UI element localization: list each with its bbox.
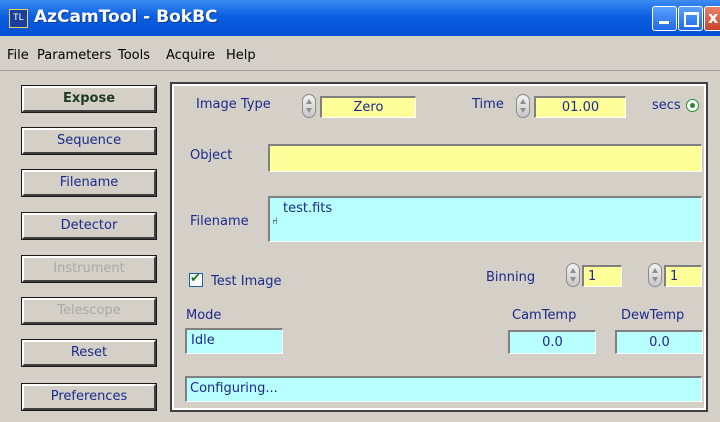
maximize-button[interactable]	[678, 6, 703, 31]
spin-up-icon	[570, 268, 576, 273]
sequence-button[interactable]: Sequence	[22, 128, 156, 154]
minimize-icon	[659, 21, 669, 24]
instrument-button: Instrument	[22, 256, 156, 282]
menu-tools[interactable]: Tools	[118, 48, 150, 63]
dewtemp-label: DewTemp	[621, 308, 685, 323]
camtemp-label: CamTemp	[512, 308, 577, 323]
spin-down-icon	[306, 108, 312, 113]
detector-button[interactable]: Detector	[22, 213, 156, 239]
binning-x-field[interactable]: 1	[582, 265, 622, 287]
camtemp-field: 0.0	[508, 330, 596, 354]
binning-y-spinner[interactable]	[648, 263, 662, 287]
time-label: Time	[472, 97, 504, 112]
app-window: TL AzCamTool - BokBC x File Parameters T…	[0, 0, 720, 422]
expose-button[interactable]: Expose	[22, 86, 156, 112]
close-button[interactable]: x	[704, 6, 720, 31]
maximize-icon	[684, 12, 699, 27]
test-image-checkbox[interactable]: ✔	[189, 271, 203, 287]
image-type-field[interactable]: Zero	[320, 96, 416, 118]
mode-field: Idle	[185, 328, 283, 354]
reset-button[interactable]: Reset	[22, 340, 156, 366]
filename-button[interactable]: Filename	[22, 170, 156, 196]
spin-up-icon	[652, 268, 658, 273]
filename-marker-icon: ⑁	[272, 216, 278, 227]
image-type-spinner[interactable]	[302, 94, 316, 118]
spin-up-icon	[520, 99, 526, 104]
menu-acquire[interactable]: Acquire	[166, 48, 215, 63]
spin-down-icon	[652, 277, 658, 282]
telescope-button: Telescope	[22, 298, 156, 324]
object-field[interactable]	[268, 144, 702, 172]
menu-separator	[0, 70, 720, 71]
filename-label: Filename	[190, 214, 249, 229]
secs-radio[interactable]	[686, 99, 699, 112]
test-image-label: Test Image	[211, 274, 282, 289]
window-title: AzCamTool - BokBC	[34, 7, 218, 27]
binning-x-spinner[interactable]	[566, 263, 580, 287]
spin-up-icon	[306, 99, 312, 104]
time-unit-label: secs	[652, 98, 681, 113]
binning-label: Binning	[486, 270, 536, 285]
object-label: Object	[190, 148, 233, 163]
preferences-button[interactable]: Preferences	[22, 384, 156, 410]
image-type-label: Image Type	[196, 97, 271, 112]
title-bar[interactable]: TL AzCamTool - BokBC x	[0, 0, 720, 36]
menu-help[interactable]: Help	[226, 48, 256, 63]
close-icon: x	[708, 8, 719, 27]
time-field[interactable]: 01.00	[534, 96, 626, 118]
menu-parameters[interactable]: Parameters	[37, 48, 111, 63]
app-icon[interactable]: TL	[9, 9, 28, 28]
spin-down-icon	[570, 277, 576, 282]
radio-dot-icon	[690, 103, 695, 108]
menu-file[interactable]: File	[7, 48, 29, 63]
filename-value: test.fits	[283, 201, 333, 216]
filename-field[interactable]: ⑁ test.fits	[268, 196, 702, 242]
mode-label: Mode	[186, 308, 222, 323]
spin-down-icon	[520, 108, 526, 113]
status-field: Configuring...	[185, 376, 702, 402]
exposure-panel: Image Type Zero Time 01.00 secs Object F…	[170, 82, 708, 412]
minimize-button[interactable]	[652, 6, 677, 31]
binning-y-field[interactable]: 1	[664, 265, 702, 287]
checkmark-icon: ✔	[190, 271, 201, 286]
time-spinner[interactable]	[516, 94, 530, 118]
dewtemp-field: 0.0	[615, 330, 703, 354]
